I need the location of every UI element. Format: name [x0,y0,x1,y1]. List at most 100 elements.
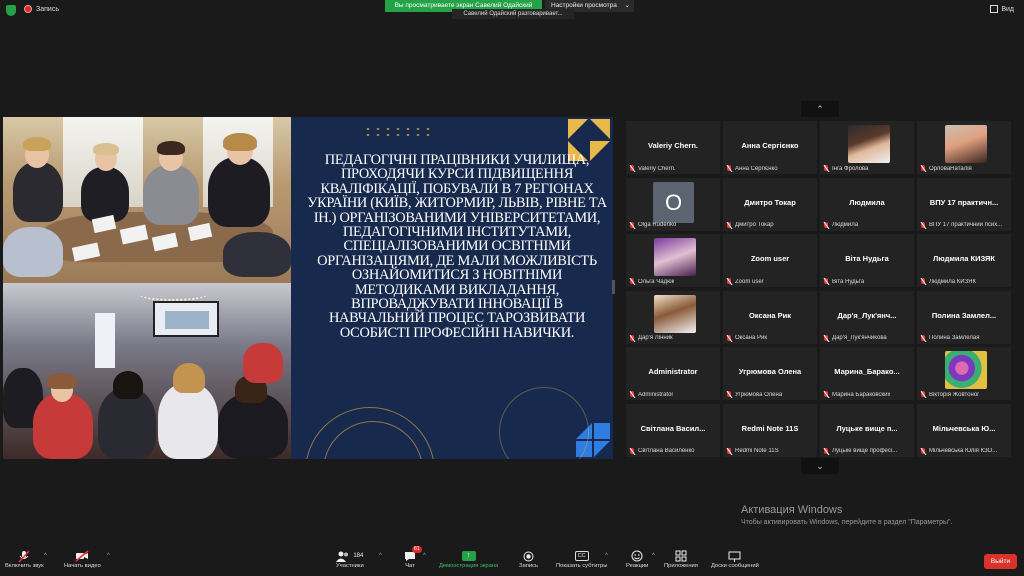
gallery-next-button[interactable]: ⌄ [801,458,839,474]
person-decor [33,393,93,459]
participant-name-bar: Дмитро Токар [726,221,815,229]
share-screen-label: Демонстрация экрана [439,563,499,569]
share-screen-button[interactable]: ↑ Демонстрация экрана [439,549,498,569]
split-handle[interactable] [612,280,615,294]
participant-tile[interactable]: ВПУ 17 практичн... ВПУ 17 практичний псих… [917,177,1011,231]
captions-button[interactable]: CC Показать субтитры [556,549,607,569]
person-decor [81,167,129,222]
participant-tile[interactable]: Угрюмова Олена Угрюмова Олена [723,347,817,401]
leave-button[interactable]: Выйти [984,554,1017,569]
participant-name: Людмила КИЗЯК [929,278,976,285]
participant-display-name: Zoom user [750,254,790,264]
person-decor [3,227,63,277]
windows-activation-watermark: Активация Windows Чтобы активировать Win… [741,504,952,526]
participant-name: ОрловаНаталія [929,165,972,172]
shield-icon[interactable] [6,5,16,16]
chevron-up-icon[interactable]: ^ [107,553,110,559]
speaking-indicator: Савелий Одайский разговаривает... [452,9,574,19]
chevron-up-icon[interactable]: ^ [379,553,382,559]
participant-name-bar: Полина Замлелая [920,334,1009,342]
mic-muted-icon [726,391,732,398]
participant-tile[interactable]: Людмила КИЗЯК Людмила КИЗЯК [917,234,1011,288]
participant-name: Administrator [638,391,674,398]
participant-tile[interactable]: Дар'я Лінник [626,290,720,344]
participant-tile[interactable]: Дмитро Токар Дмитро Токар [723,177,817,231]
participant-tile[interactable]: Інга Фролова [820,121,914,174]
participant-display-name: Віта Нудьга [845,254,889,264]
avatar [654,238,696,277]
recording-indicator[interactable]: Запись [24,5,59,13]
participant-tile[interactable]: Ольга Чадюк [626,234,720,288]
participant-name-bar: Людмила КИЗЯК [920,278,1009,285]
participant-name-bar: Інга Фролова [823,165,912,172]
whiteboards-button[interactable]: Доски сообщений [711,549,759,569]
participant-name: Марина Бараковских [832,391,891,398]
participant-name-bar: Administrator [629,391,718,398]
participant-display-name: Світлана Васил... [640,423,706,433]
record-icon [523,549,534,563]
participants-count: 184 [353,553,364,559]
participant-name: Оксана Рик [735,335,767,342]
chevron-up-icon[interactable]: ^ [605,553,608,559]
view-button[interactable]: Вид [990,5,1014,13]
training-photo-bottom [3,283,291,459]
participant-tile[interactable]: Людмила Людмила [820,177,914,231]
participants-label: Участники [336,563,364,569]
participant-tile[interactable]: Мільчевська Ю... Мільчевська Юлія КЗО... [917,403,1011,457]
participant-name: Вікторія Жовтоног [929,391,980,398]
participants-button[interactable]: 184 Участники [336,549,364,569]
reactions-button[interactable]: Реакции [626,549,648,569]
participant-tile[interactable]: Valeriy Chern. Valeriy Chern. [626,121,720,174]
participant-tile[interactable]: Оксана Рик Оксана Рик [723,290,817,344]
participant-name: Анна Сергієнко [735,165,778,172]
participant-tile[interactable]: Полина Замлел... Полина Замлелая [917,290,1011,344]
participant-tile[interactable]: Вікторія Жовтоног [917,347,1011,401]
participant-tile[interactable]: Луцьке вище п... Луцьке вище професі... [820,403,914,457]
chevron-up-icon[interactable]: ^ [423,553,426,559]
record-label: Запись [36,5,59,13]
participant-tile[interactable]: ОрловаНаталія [917,121,1011,174]
participant-tile[interactable]: Redmi Note 11S Redmi Note 11S [723,403,817,457]
record-dot-icon [24,5,32,13]
unmute-button[interactable]: Включить звук [5,549,44,569]
dots-decor [363,126,431,138]
chevron-up-icon[interactable]: ^ [44,553,47,559]
reactions-icon [631,549,643,563]
participant-name: Olga Rudenko [638,222,677,229]
mic-muted-icon [920,447,926,455]
participant-name: Угрюмова Олена [735,391,783,398]
chevron-up-icon[interactable]: ^ [652,553,655,559]
participants-icon: 184 [336,549,363,563]
mic-muted-icon [629,334,635,342]
mic-muted-icon [726,278,732,285]
participant-tile[interactable]: Дар'я_Лук'янч... Дар'я_Лук'янчикова [820,290,914,344]
participant-tile[interactable]: O Olga Rudenko [626,177,720,231]
participant-tile[interactable]: Administrator Administrator [626,347,720,401]
gallery-prev-button[interactable]: ⌃ [801,101,839,117]
mic-muted-icon [629,221,635,229]
participant-name: Дар'я_Лук'янчикова [832,335,887,342]
captions-icon: CC [574,551,589,561]
person-decor [223,133,257,151]
record-button[interactable]: Запись [519,549,538,569]
mic-muted-icon [920,334,926,342]
participant-tile[interactable]: Zoom user Zoom user [723,234,817,288]
mic-muted-icon [726,165,732,172]
start-video-button[interactable]: Начать видео [64,549,101,569]
chat-button[interactable]: 81 Чат [404,546,422,569]
mic-muted-icon [629,165,635,172]
participant-tile[interactable]: Марина_Барако... Марина Бараковских [820,347,914,401]
avatar [654,294,696,333]
share-screen-icon-wrap: ↑ [461,549,476,563]
participant-tile[interactable]: Віта Нудьга Віта Нудьга [820,234,914,288]
participant-gallery: Valeriy Chern. Valeriy Chern. Анна Сергієн… [626,121,1014,457]
participant-name: Людмила [832,222,859,229]
participant-name: Zoom user [735,278,764,285]
participant-display-name: Угрюмова Олена [738,367,802,377]
participant-tile[interactable]: Світлана Васил... Світлана Василенко [626,403,720,457]
participant-tile[interactable]: Анна Сергієнко Анна Сергієнко [723,121,817,174]
apps-button[interactable]: Приложения [664,549,698,569]
participant-display-name: Оксана Рик [748,310,792,320]
participant-name-bar: Оксана Рик [726,334,815,342]
participant-name-bar: Анна Сергієнко [726,165,815,172]
